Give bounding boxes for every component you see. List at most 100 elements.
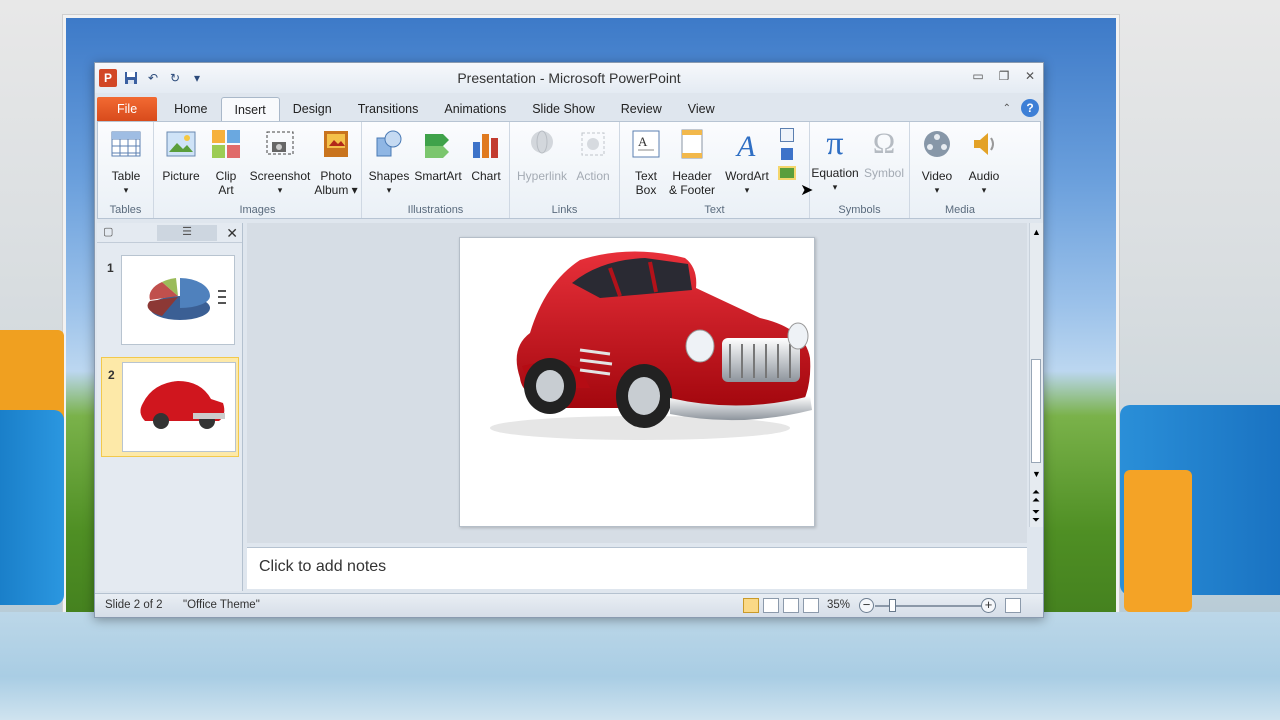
header-footer-button[interactable]: Header & Footer	[666, 128, 718, 197]
zoom-in-icon[interactable]: +	[981, 598, 996, 613]
screenshot-button[interactable]: Screenshot ▾	[246, 128, 314, 197]
tab-file[interactable]: File	[97, 97, 158, 121]
outline-tab-icon[interactable]: ☰	[157, 225, 217, 241]
tab-insert[interactable]: Insert	[220, 97, 280, 121]
next-slide-icon[interactable]: ⏷ ⏷	[1032, 508, 1040, 526]
window-controls: ▭ ❐ ✕	[971, 69, 1037, 83]
tab-review[interactable]: Review	[608, 97, 675, 121]
photo-album-button[interactable]: Photo Album ▾	[312, 128, 360, 197]
status-bar: Slide 2 of 2 "Office Theme" 35% − +	[95, 593, 1043, 617]
action-button[interactable]: Action	[570, 128, 616, 183]
panel-tabs: ▢ ☰ ✕	[97, 223, 242, 243]
slide-thumbnail-row[interactable]: 1	[101, 251, 239, 351]
video-button[interactable]: Video ▾	[914, 128, 960, 197]
notes-pane[interactable]: Click to add notes	[247, 547, 1027, 589]
ribbon-tabs: File Home Insert Design Transitions Anim…	[95, 95, 1043, 121]
pie-chart-thumbnail	[147, 278, 226, 320]
object-icon[interactable]	[778, 166, 796, 180]
clip-art-button[interactable]: Clip Art	[206, 128, 246, 197]
slide-number: 2	[108, 368, 115, 382]
slide-thumbnail[interactable]	[121, 255, 235, 345]
minimize-ribbon-icon[interactable]: ⌃	[1003, 103, 1011, 114]
minimize-icon[interactable]: ▭	[971, 69, 985, 83]
header-footer-icon	[681, 129, 703, 159]
car-thumbnail	[140, 381, 225, 429]
scroll-down-icon[interactable]: ▼	[1032, 469, 1041, 479]
previous-slide-icon[interactable]: ⏶ ⏶	[1032, 488, 1040, 506]
zoom-out-icon[interactable]: −	[859, 598, 874, 613]
clip-art-icon	[212, 130, 240, 158]
group-label-images: Images	[239, 204, 276, 216]
theme-name[interactable]: "Office Theme"	[183, 599, 260, 611]
symbol-button[interactable]: Ω Symbol	[860, 127, 908, 181]
chart-button[interactable]: Chart	[464, 128, 508, 183]
smartart-icon	[425, 134, 449, 158]
pi-icon: π	[826, 125, 844, 162]
slide-editing-area	[247, 223, 1027, 543]
slide-thumbnail-row-selected[interactable]: 2	[101, 357, 239, 457]
group-label-media: Media	[945, 204, 975, 216]
group-text: A Text Box Header & Footer A WordArt ▾ Text	[620, 122, 810, 218]
tab-view[interactable]: View	[675, 97, 728, 121]
close-icon[interactable]: ✕	[1023, 69, 1037, 83]
text-small-buttons	[774, 128, 800, 180]
ribbon-right-controls: ⌃ ?	[1003, 99, 1039, 117]
wordart-button[interactable]: A WordArt ▾	[720, 128, 774, 197]
slide-show-view-icon[interactable]	[803, 598, 819, 613]
wordart-icon: A	[735, 130, 756, 163]
tab-design[interactable]: Design	[280, 97, 345, 121]
group-label-symbols: Symbols	[838, 204, 881, 216]
mouse-cursor-icon: ➤	[800, 182, 814, 199]
picture-icon	[166, 131, 196, 157]
slide-sorter-view-icon[interactable]	[763, 598, 779, 613]
video-icon	[924, 131, 950, 157]
audio-button[interactable]: Audio ▾	[962, 128, 1006, 197]
tab-home[interactable]: Home	[161, 97, 220, 121]
desktop-decor	[0, 410, 64, 605]
scroll-up-icon[interactable]: ▲	[1032, 227, 1041, 237]
hyperlink-button[interactable]: Hyperlink	[514, 128, 570, 183]
fit-to-window-icon[interactable]	[1005, 598, 1021, 613]
desktop-floor	[0, 612, 1280, 720]
date-time-icon[interactable]	[780, 128, 794, 142]
slide-canvas[interactable]	[459, 237, 815, 527]
help-icon[interactable]: ?	[1021, 99, 1039, 117]
group-media: Video ▾ Audio ▾ Media	[910, 122, 1010, 218]
close-panel-icon[interactable]: ✕	[226, 225, 238, 242]
tab-slide-show[interactable]: Slide Show	[519, 97, 608, 121]
table-icon	[111, 131, 141, 157]
ribbon: Table ▾ Tables Picture Clip Art Screenshot…	[97, 121, 1041, 219]
tab-animations[interactable]: Animations	[431, 97, 519, 121]
smartart-button[interactable]: SmartArt	[412, 128, 464, 183]
chart-icon	[473, 134, 498, 158]
reading-view-icon[interactable]	[783, 598, 799, 613]
shapes-button[interactable]: Shapes ▾	[366, 128, 412, 197]
red-car-picture[interactable]	[460, 238, 814, 526]
vertical-scrollbar[interactable]: ▲ ▼ ⏶ ⏶ ⏷ ⏷	[1029, 223, 1043, 527]
zoom-level[interactable]: 35%	[827, 599, 850, 611]
powerpoint-window: P ↶ ↻ ▾ Presentation - Microsoft PowerPo…	[94, 62, 1044, 618]
text-box-icon: A	[632, 130, 660, 158]
slides-panel: ▢ ☰ ✕ 1 2	[97, 223, 243, 591]
slide-thumbnail[interactable]	[122, 362, 236, 452]
omega-icon: Ω	[872, 127, 896, 160]
tab-transitions[interactable]: Transitions	[345, 97, 432, 121]
slide-number: 1	[107, 261, 114, 275]
picture-button[interactable]: Picture	[158, 128, 204, 183]
shapes-icon	[376, 130, 402, 157]
group-label-links: Links	[551, 204, 578, 216]
slide-number-icon[interactable]	[781, 148, 793, 160]
group-label-text: Text	[704, 204, 725, 216]
scroll-thumb[interactable]	[1031, 359, 1041, 463]
group-label-tables: Tables	[109, 204, 142, 216]
zoom-slider-knob[interactable]	[889, 599, 896, 612]
svg-text:A: A	[638, 134, 648, 149]
equation-button[interactable]: π Equation ▾	[810, 125, 860, 194]
speaker-icon	[974, 133, 994, 155]
screenshot-icon	[266, 131, 294, 155]
slides-tab-icon[interactable]: ▢	[103, 225, 113, 241]
text-box-button[interactable]: A Text Box	[626, 128, 666, 197]
table-button[interactable]: Table ▾	[106, 128, 146, 197]
restore-icon[interactable]: ❐	[997, 69, 1011, 83]
normal-view-icon[interactable]	[743, 598, 759, 613]
